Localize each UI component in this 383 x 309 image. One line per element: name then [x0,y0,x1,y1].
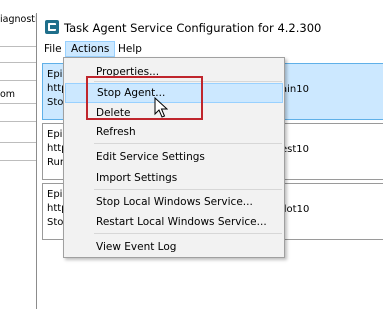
service-host: est10 [281,144,310,155]
menu-item-import-settings[interactable]: Import Settings [65,168,283,188]
menu-separator [94,189,282,190]
menu-file[interactable]: File [39,41,67,57]
app-icon [45,20,59,34]
service-host: ain10 [281,84,309,95]
background-window-title: iagnostic [0,14,36,25]
background-window: iagnostic om [0,0,36,309]
menu-item-refresh[interactable]: Refresh [65,122,283,142]
title-bar[interactable]: Task Agent Service Configuration for 4.2… [37,13,383,41]
menu-item-restart-local-windows-service[interactable]: Restart Local Windows Service... [65,212,283,232]
background-window-text: om [0,89,16,100]
divider [0,142,36,143]
menu-item-view-event-log[interactable]: View Event Log [65,237,283,257]
divider [0,160,36,161]
divider [0,46,36,47]
service-host: llot10 [281,204,310,215]
divider [0,121,36,122]
divider [0,80,36,81]
menu-item-stop-local-windows-service[interactable]: Stop Local Windows Service... [65,192,283,212]
highlight-annotation-box [86,76,203,120]
menu-separator [94,233,282,234]
window-title: Task Agent Service Configuration for 4.2… [64,21,322,35]
divider [0,103,36,104]
menu-actions[interactable]: Actions [65,41,116,57]
menu-bar: File Actions Help [37,41,383,57]
menu-help[interactable]: Help [113,41,147,57]
menu-item-edit-service-settings[interactable]: Edit Service Settings [65,147,283,167]
divider [0,62,36,63]
mouse-cursor-icon [154,97,168,118]
menu-separator [94,143,282,144]
